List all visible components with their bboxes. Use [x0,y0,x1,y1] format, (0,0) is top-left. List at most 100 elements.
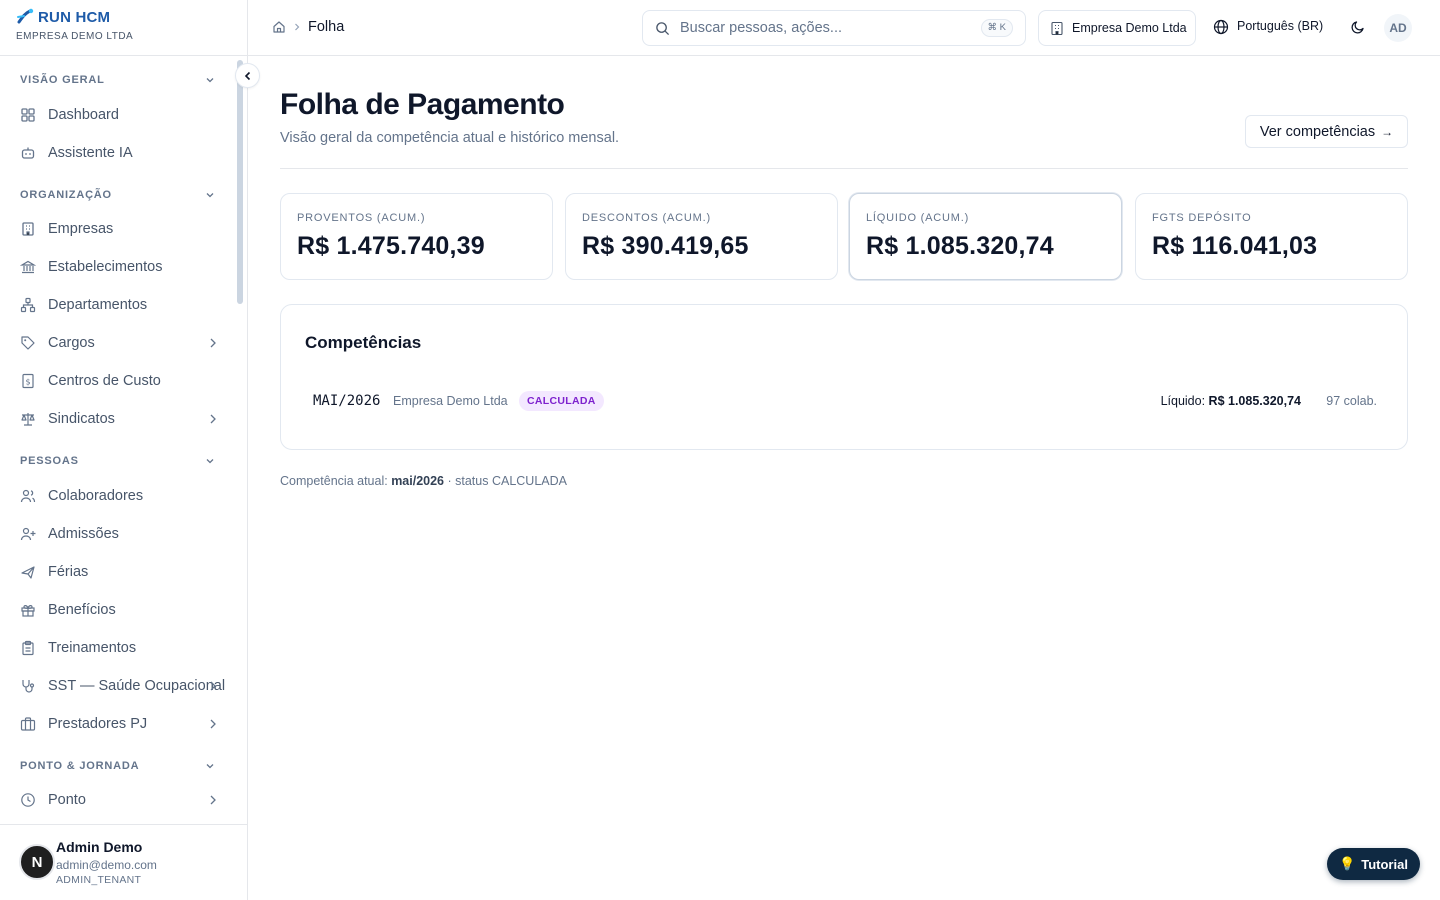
sidebar-item-assistente-ia[interactable]: Assistente IA [0,136,236,170]
chevron-right-icon [295,23,300,31]
section-label: PONTO & JORNADA [20,760,140,772]
page-title: Folha de Pagamento [280,88,565,121]
sidebar-item-beneficios[interactable]: Benefícios [0,593,236,627]
svg-text:$: $ [25,378,30,387]
sidebar-item-centros-de-custo[interactable]: $ Centros de Custo [0,364,236,398]
section-label: PESSOAS [20,455,79,467]
list-item[interactable]: MAI/2026 Empresa Demo Ltda CALCULADA Líq… [313,391,1377,417]
note-suffix: · status CALCULADA [447,474,567,488]
chevron-down-icon [206,193,214,198]
sidebar-item-prestadores-pj[interactable]: Prestadores PJ [0,707,236,741]
company-selector[interactable]: Empresa Demo Ltda [1038,10,1196,46]
stat-value: R$ 390.419,65 [582,232,749,260]
receipt-icon: $ [22,373,34,389]
tutorial-label: Tutorial [1361,856,1408,872]
header-divider [280,168,1408,169]
section-pessoas[interactable]: PESSOAS [0,451,247,471]
status-badge: CALCULADA [519,391,604,411]
building-icon [1051,21,1063,36]
sidebar-item-label: Prestadores PJ [48,716,148,732]
sidebar-item-estabelecimentos[interactable]: Estabelecimentos [0,250,236,284]
org-chart-icon [20,297,36,313]
plane-icon [21,566,35,579]
current-competencia-note: Competência atual: mai/2026 · status CAL… [280,474,567,488]
user-role: ADMIN_TENANT [56,874,142,886]
sidebar-item-empresas[interactable]: Empresas [0,212,236,246]
panel-title: Competências [305,333,422,352]
avatar[interactable]: N [19,844,55,880]
tutorial-button[interactable]: 💡 Tutorial [1327,848,1420,880]
section-label: VISÃO GERAL [20,74,105,86]
competencias-panel: Competências MAI/2026 Empresa Demo Ltda … [280,304,1408,450]
user-profile[interactable]: N Admin Demo admin@demo.com ADMIN_TENANT [18,836,238,892]
stat-value: R$ 1.475.740,39 [297,232,485,260]
arrow-right-icon: → [1381,124,1394,139]
chevron-down-icon [206,78,214,83]
search-input[interactable]: Buscar pessoas, ações... ⌘ K [642,10,1026,46]
ver-competencias-button[interactable]: Ver competências → [1245,115,1408,148]
stat-label: DESCONTOS (ACUM.) [582,212,711,224]
section-label: ORGANIZAÇÃO [20,189,112,201]
building-icon [22,222,34,236]
competencia-company: Empresa Demo Ltda [393,394,508,408]
home-icon[interactable] [272,20,286,34]
sidebar-scrollbar[interactable] [237,60,243,304]
chevron-down-icon [206,459,214,464]
stat-card-proventos[interactable]: PROVENTOS (ACUM.) R$ 1.475.740,39 [280,193,553,280]
language-label: Português (BR) [1237,19,1324,33]
brand[interactable]: RUN HCM EMPRESA DEMO LTDA [16,8,134,43]
user-plus-icon [20,527,36,541]
section-organizacao[interactable]: ORGANIZAÇÃO [0,185,247,205]
stat-label: LÍQUIDO (ACUM.) [866,212,970,224]
stat-label: FGTS DEPÓSITO [1152,212,1252,224]
liquido-value: R$ 1.085.320,74 [1208,394,1301,408]
note-period: mai/2026 [391,474,445,488]
sidebar-item-label: Estabelecimentos [48,259,163,275]
search-icon [656,22,670,36]
sidebar-item-admissoes[interactable]: Admissões [0,517,236,551]
scale-icon [21,413,35,426]
sidebar-item-ponto[interactable]: Ponto [0,783,236,817]
stat-value: R$ 116.041,03 [1152,232,1318,260]
user-name: Admin Demo [56,839,143,855]
stat-card-descontos[interactable]: DESCONTOS (ACUM.) R$ 390.419,65 [565,193,838,280]
stat-card-fgts[interactable]: FGTS DEPÓSITO R$ 116.041,03 [1135,193,1408,280]
sidebar-item-label: Empresas [48,221,114,237]
brand-name: RUN HCM [38,8,111,26]
stat-card-liquido[interactable]: LÍQUIDO (ACUM.) R$ 1.085.320,74 [849,193,1122,280]
section-visao-geral[interactable]: VISÃO GERAL [0,70,247,90]
sidebar-item-dashboard[interactable]: Dashboard [0,98,236,132]
sidebar-item-sst[interactable]: SST — Saúde Ocupacional [0,669,236,703]
chevron-right-icon [210,795,216,805]
sidebar-item-treinamentos[interactable]: Treinamentos [0,631,236,665]
breadcrumb-current: Folha [308,19,345,35]
sidebar-item-label: Assistente IA [48,145,133,161]
chevron-right-icon [210,414,216,424]
lightbulb-icon: 💡 [1339,856,1356,871]
sidebar-item-label: Admissões [48,526,119,542]
competencia-code: MAI/2026 [313,393,381,409]
briefcase-icon [20,717,36,731]
sidebar-item-colaboradores[interactable]: Colaboradores [0,479,236,513]
chevron-right-icon [210,681,216,691]
moon-icon[interactable] [1350,19,1366,35]
sidebar-item-label: Férias [48,564,89,580]
liquido-label: Líquido: [1160,394,1206,408]
avatar[interactable]: AD [1384,14,1412,42]
brand-subtitle: EMPRESA DEMO LTDA [16,31,134,42]
tag-icon [21,336,35,350]
page-subtitle: Visão geral da competência atual e histó… [280,130,620,146]
sidebar-item-cargos[interactable]: Cargos [0,326,236,360]
sidebar-collapse-button[interactable] [235,63,260,88]
sidebar-item-departamentos[interactable]: Departamentos [0,288,236,322]
sidebar-item-sindicatos[interactable]: Sindicatos [0,402,236,436]
sidebar-footer-divider [0,824,247,825]
stat-label: PROVENTOS (ACUM.) [297,212,426,224]
clock-icon [21,793,35,807]
sidebar-item-ferias[interactable]: Férias [0,555,236,589]
sidebar-item-label: Treinamentos [48,640,137,656]
stat-value: R$ 1.085.320,74 [866,232,1054,260]
sidebar-item-label: Colaboradores [48,488,144,504]
section-ponto-jornada[interactable]: PONTO & JORNADA [0,756,247,776]
sidebar-item-label: Departamentos [48,297,148,313]
